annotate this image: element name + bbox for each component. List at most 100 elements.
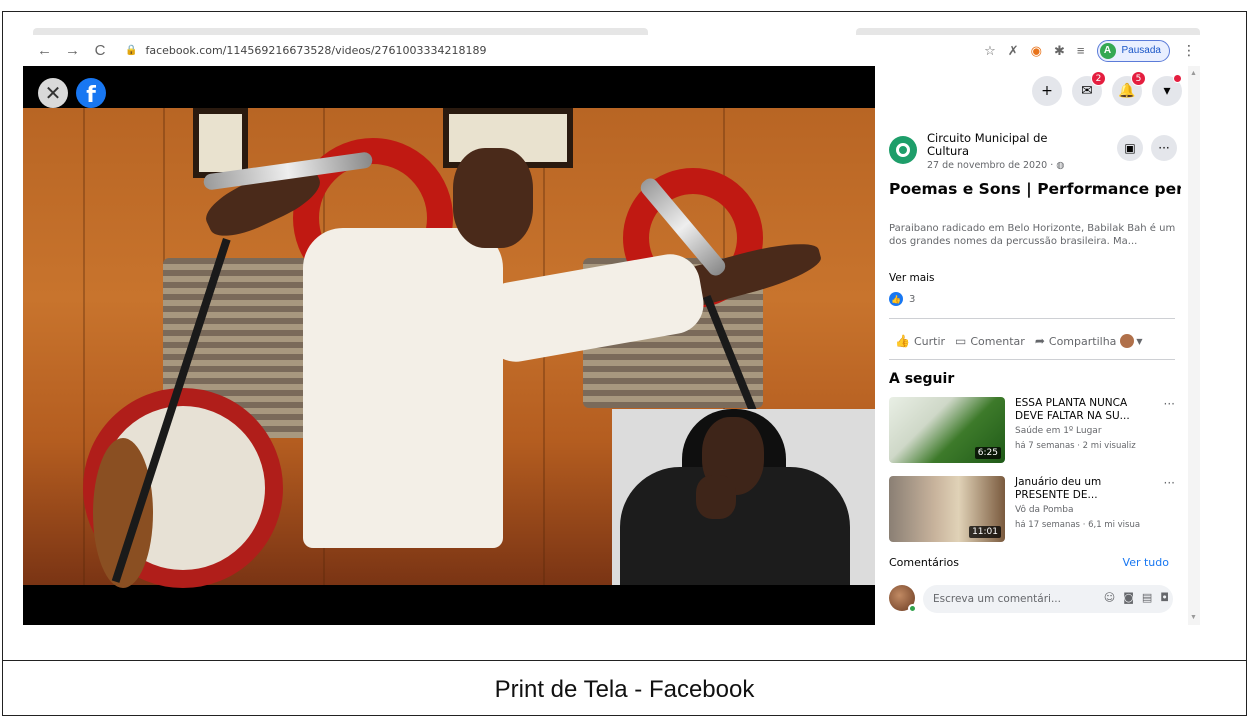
share-audience-avatar xyxy=(1120,334,1135,348)
ellipsis-icon[interactable]: ··· xyxy=(1164,397,1175,411)
video-title[interactable]: Januário deu um PRESENTE DE... xyxy=(1015,476,1143,502)
recommended-video[interactable]: 11:01 Januário deu um PRESENTE DE... Vô … xyxy=(889,476,1179,546)
video-meta: há 7 semanas · 2 mi visualiz xyxy=(1015,441,1136,451)
singer-head xyxy=(453,148,533,248)
figure-caption: Print de Tela - Facebook xyxy=(494,676,755,703)
sign-language-interpreter xyxy=(612,409,875,585)
account-alert-dot xyxy=(1173,74,1182,83)
online-status-dot xyxy=(908,604,917,613)
up-next-heading: A seguir xyxy=(889,371,955,387)
like-button[interactable]: 👍 Curtir xyxy=(895,334,945,348)
post-date-text: 27 de novembro de 2020 · xyxy=(927,160,1057,171)
share-icon: ➦ xyxy=(1034,334,1045,348)
url-text: facebook.com/114569216673528/videos/2761… xyxy=(145,44,487,57)
close-icon[interactable]: ✕ xyxy=(38,78,68,108)
post-actions: 👍 Curtir ▭ Comentar ➦ Compartilha ▼ xyxy=(895,331,1175,351)
comments-header: Comentários Ver tudo xyxy=(889,556,1169,569)
bell-icon: 🔔 xyxy=(1118,83,1136,99)
messenger-badge: 2 xyxy=(1091,71,1106,86)
scrollbar[interactable]: ▲ ▼ xyxy=(1188,66,1200,625)
recommended-video[interactable]: 6:25 ESSA PLANTA NUNCA DEVE FALTAR NA SU… xyxy=(889,397,1179,467)
emoji-icon[interactable]: ☺ xyxy=(1104,591,1115,604)
share-button[interactable]: ➦ Compartilha ▼ xyxy=(1035,334,1143,348)
globe-icon: ◍ xyxy=(1056,160,1065,171)
page-name[interactable]: Circuito Municipal de Cultura xyxy=(927,132,1077,158)
divider xyxy=(889,318,1175,319)
video-thumbnail[interactable]: 11:01 xyxy=(889,476,1005,542)
bookmark-icon: ▣ xyxy=(1124,141,1136,155)
notifications-badge: 5 xyxy=(1131,71,1146,86)
video-duration: 11:01 xyxy=(969,526,1001,538)
video-duration: 6:25 xyxy=(974,447,1001,459)
comments-heading: Comentários xyxy=(889,556,959,569)
toolbar-right: ☆ ✗ ◉ ✱ ≡ A Pausada ⋮ xyxy=(984,35,1200,66)
forward-arrow-icon[interactable]: → xyxy=(65,42,80,59)
caret-down-icon: ▼ xyxy=(1136,336,1143,346)
camera-icon[interactable]: ◙ xyxy=(1123,591,1134,604)
wall-picture xyxy=(193,108,248,178)
scroll-down-icon[interactable]: ▼ xyxy=(1190,614,1197,621)
comment-label: Comentar xyxy=(970,334,1025,348)
divider xyxy=(889,359,1175,360)
plus-icon: + xyxy=(1041,83,1053,99)
comment-tools: ☺ ◙ ▤ ◘ xyxy=(1096,591,1169,604)
browser-window: ← → C 🔒 facebook.com/114569216673528/vid… xyxy=(23,25,1200,625)
post-title: Poemas e Sons | Performance percussiva d… xyxy=(889,180,1181,198)
comment-composer: ☺ ◙ ▤ ◘ xyxy=(889,581,1179,615)
video-thumbnail[interactable]: 6:25 xyxy=(889,397,1005,463)
page-avatar[interactable] xyxy=(889,136,917,164)
see-all-comments-link[interactable]: Ver tudo xyxy=(1123,556,1169,569)
more-options-button[interactable]: ··· xyxy=(1151,135,1177,161)
pin-extension-icon[interactable]: ✗ xyxy=(1008,43,1019,59)
address-bar[interactable]: 🔒 facebook.com/114569216673528/videos/27… xyxy=(125,44,487,57)
screenshot-page: Print de Tela - Facebook ← → C 🔒 faceboo… xyxy=(0,0,1249,718)
extension-icon[interactable]: ◉ xyxy=(1031,43,1042,59)
gif-icon[interactable]: ▤ xyxy=(1142,591,1152,604)
browser-tab[interactable] xyxy=(856,28,1200,35)
reactions-summary[interactable]: 👍 3 xyxy=(889,292,915,306)
post-header: Circuito Municipal de Cultura 27 de nove… xyxy=(889,130,1179,174)
post-date: 27 de novembro de 2020 · ◍ xyxy=(927,160,1065,171)
caret-down-icon: ▾ xyxy=(1163,83,1171,99)
singer-shirt xyxy=(303,228,503,548)
ellipsis-icon[interactable]: ··· xyxy=(1164,476,1175,490)
reading-list-icon[interactable]: ≡ xyxy=(1077,43,1085,58)
post-description: Paraibano radicado em Belo Horizonte, Ba… xyxy=(889,223,1176,247)
account-button[interactable]: ▾ xyxy=(1152,74,1182,106)
puzzle-icon[interactable]: ✱ xyxy=(1054,43,1065,59)
comment-button[interactable]: ▭ Comentar xyxy=(955,334,1025,348)
profile-avatar: A xyxy=(1099,42,1116,59)
scroll-up-icon[interactable]: ▲ xyxy=(1190,70,1197,77)
save-button[interactable]: ▣ xyxy=(1117,135,1143,161)
frame-divider xyxy=(3,660,1246,661)
thumbs-up-icon: 👍 xyxy=(895,334,910,348)
video-player[interactable]: ✕ f xyxy=(23,66,875,625)
tab-strip xyxy=(23,25,1200,35)
wood-plank xyxy=(83,108,85,585)
browser-tab[interactable] xyxy=(33,28,648,35)
reaction-count: 3 xyxy=(909,293,916,305)
create-button[interactable]: + xyxy=(1032,76,1062,106)
back-arrow-icon[interactable]: ← xyxy=(37,42,52,59)
video-channel[interactable]: Saúde em 1º Lugar xyxy=(1015,426,1102,436)
browser-menu-icon[interactable]: ⋮ xyxy=(1182,42,1196,59)
messenger-icon: ✉ xyxy=(1081,83,1093,99)
facebook-topbar: + ✉ 2 🔔 5 ▾ xyxy=(1022,71,1182,106)
facebook-logo-icon[interactable]: f xyxy=(76,78,106,108)
video-title[interactable]: ESSA PLANTA NUNCA DEVE FALTAR NA SU... xyxy=(1015,397,1143,423)
like-reaction-icon: 👍 xyxy=(889,292,903,306)
video-meta: há 17 semanas · 6,1 mi visua xyxy=(1015,520,1141,530)
share-label: Compartilha xyxy=(1048,334,1117,348)
video-channel[interactable]: Vô da Pomba xyxy=(1015,505,1074,515)
browser-toolbar: ← → C 🔒 facebook.com/114569216673528/vid… xyxy=(23,35,1200,66)
notifications-button[interactable]: 🔔 5 xyxy=(1112,71,1146,106)
interpreter-hand xyxy=(696,475,736,519)
see-more-link[interactable]: Ver mais xyxy=(889,272,935,284)
messenger-button[interactable]: ✉ 2 xyxy=(1072,71,1106,106)
star-icon[interactable]: ☆ xyxy=(984,43,996,59)
sticker-icon[interactable]: ◘ xyxy=(1160,591,1169,604)
profile-button[interactable]: A Pausada xyxy=(1096,39,1170,62)
like-label: Curtir xyxy=(913,334,946,348)
reload-icon[interactable]: C xyxy=(93,42,107,59)
profile-status: Pausada xyxy=(1121,45,1161,56)
